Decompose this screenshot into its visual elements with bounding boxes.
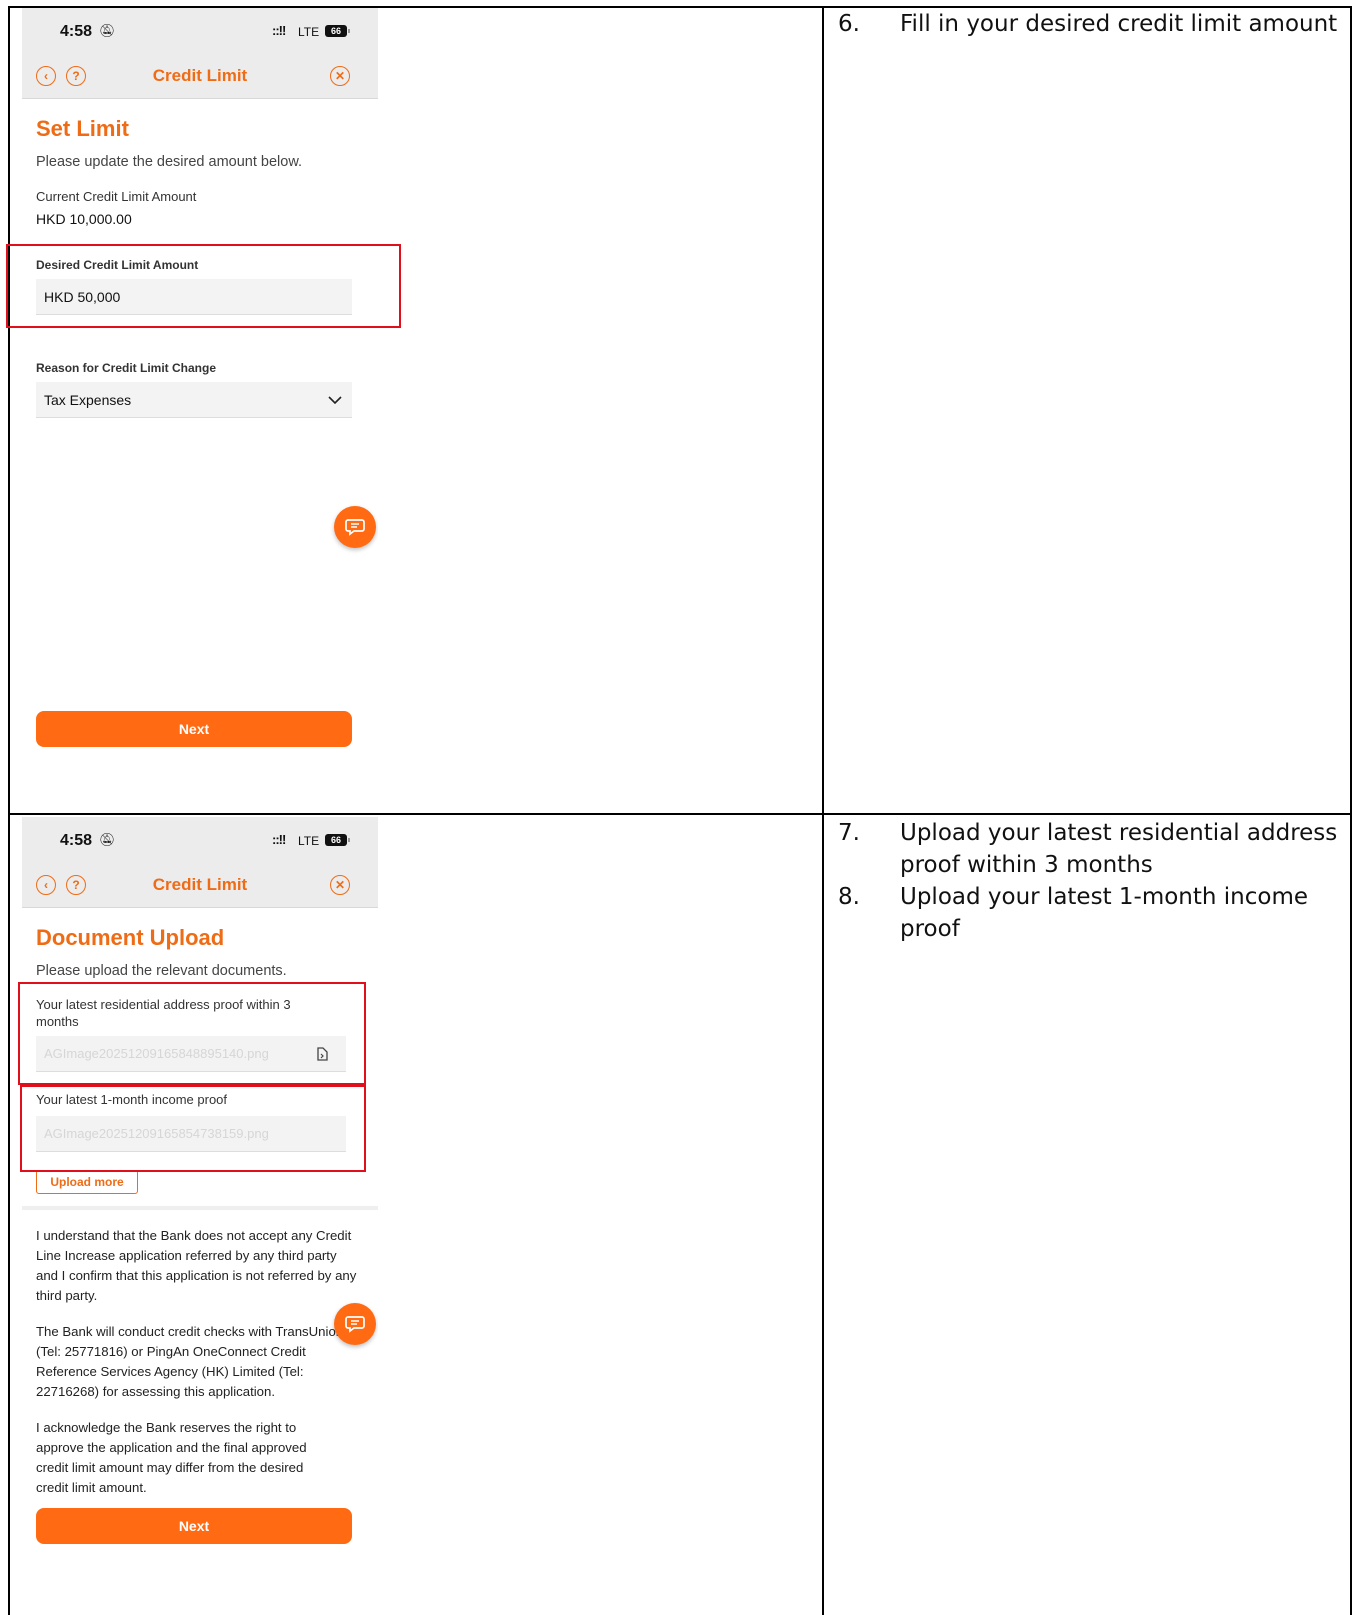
chat-icon	[345, 519, 365, 536]
reason-label: Reason for Credit Limit Change	[36, 361, 217, 375]
nav-bar: ‹ ? Credit Limit ✕	[22, 863, 378, 908]
reason-selected-value: Tax Expenses	[44, 392, 132, 408]
status-bar: 4:58 🔕︎ ::!! LTE 66	[22, 817, 378, 863]
battery-icon: 66	[325, 834, 350, 846]
close-icon[interactable]: ✕	[330, 875, 350, 895]
steps-bottom: 7. Upload your latest residential addres…	[838, 817, 1338, 945]
current-limit-value: HKD 10,000.00	[36, 211, 132, 227]
credit-check-notice: The Bank will conduct credit checks with…	[36, 1324, 344, 1399]
table-divider-horizontal	[8, 813, 1352, 815]
page-subtitle: Please update the desired amount below.	[36, 154, 303, 170]
page-title: Set Limit	[36, 116, 129, 141]
step-number: 7.	[838, 820, 860, 846]
chat-button[interactable]	[334, 1303, 376, 1345]
bell-muted-icon: 🔕︎	[99, 832, 116, 847]
chevron-down-icon	[328, 396, 342, 404]
bell-muted-icon: 🔕︎	[99, 23, 116, 38]
reason-select[interactable]: Tax Expenses	[36, 382, 352, 418]
battery-icon: 66	[325, 25, 350, 37]
step-text: Upload your latest 1-month income proof	[900, 884, 1309, 942]
signal-icon: ::!!	[272, 23, 286, 38]
network-label: LTE	[298, 834, 320, 848]
step-text: Upload your latest residential address p…	[900, 820, 1338, 878]
phone-screen-document-upload: 4:58 🔕︎ ::!! LTE 66 ‹ ? Credit Limit ✕ D…	[22, 817, 378, 1615]
signal-icon: ::!!	[272, 832, 286, 847]
upload-more-button[interactable]: Upload more	[36, 1170, 138, 1194]
chat-button[interactable]	[334, 506, 376, 548]
status-time: 4:58	[60, 23, 93, 40]
page-title: Document Upload	[36, 925, 225, 950]
next-button[interactable]: Next	[36, 1508, 352, 1544]
set-limit-content: Set Limit Please update the desired amou…	[22, 99, 378, 799]
highlight-box-desired-limit	[6, 244, 401, 328]
third-party-declaration: I understand that the Bank does not acce…	[36, 1228, 357, 1303]
highlight-box-address-proof	[18, 982, 366, 1085]
status-time: 4:58	[60, 832, 93, 849]
current-limit-label: Current Credit Limit Amount	[36, 189, 197, 204]
status-bar: 4:58 🔕︎ ::!! LTE 66	[22, 8, 378, 54]
nav-title: Credit Limit	[152, 875, 248, 894]
next-button[interactable]: Next	[36, 711, 352, 747]
phone-screen-set-limit: 4:58 🔕︎ ::!! LTE 66 ‹ ? Credit Limit ✕ S…	[22, 8, 378, 808]
step-7: 7. Upload your latest residential addres…	[838, 817, 1338, 881]
nav-bar: ‹ ? Credit Limit ✕	[22, 54, 378, 99]
page-subtitle: Please upload the relevant documents.	[36, 963, 287, 979]
network-label: LTE	[298, 25, 320, 39]
chat-icon	[345, 1316, 365, 1333]
steps-top: 6. Fill in your desired credit limit amo…	[838, 8, 1338, 40]
step-number: 8.	[838, 884, 860, 910]
step-8: 8. Upload your latest 1-month income pro…	[838, 881, 1338, 945]
approval-acknowledgement: I acknowledge the Bank reserves the righ…	[36, 1420, 307, 1495]
step-6: 6. Fill in your desired credit limit amo…	[838, 8, 1338, 40]
step-text: Fill in your desired credit limit amount	[900, 11, 1338, 37]
close-icon[interactable]: ✕	[330, 66, 350, 86]
table-divider-vertical	[822, 6, 824, 1615]
highlight-box-income-proof	[20, 1085, 366, 1172]
section-divider	[22, 1206, 378, 1210]
step-number: 6.	[838, 11, 860, 37]
nav-title: Credit Limit	[152, 66, 248, 85]
